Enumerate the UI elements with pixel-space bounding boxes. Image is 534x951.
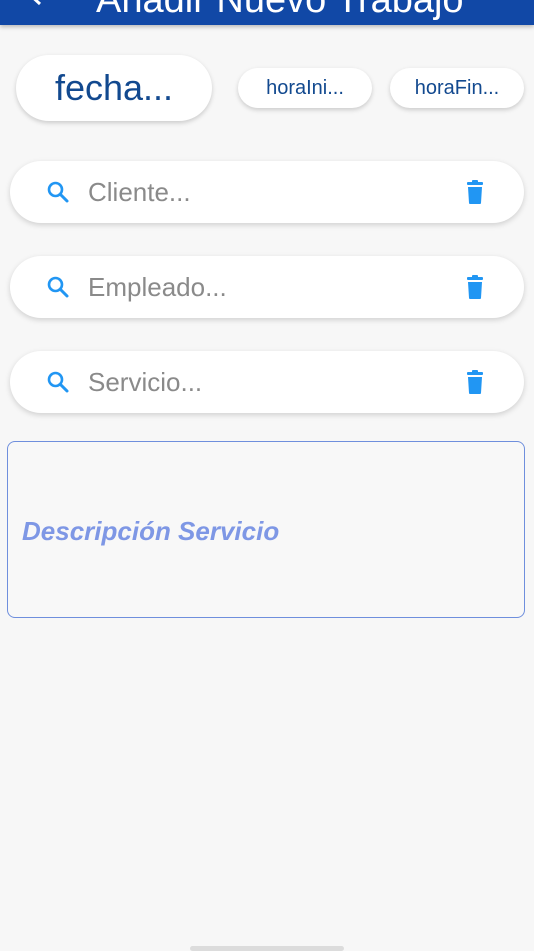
service-description-field[interactable]: Descripción Servicio [7, 441, 525, 618]
back-arrow-icon[interactable] [20, 0, 46, 8]
search-icon [46, 275, 70, 299]
trash-icon[interactable] [462, 369, 488, 395]
client-search-input[interactable] [88, 172, 448, 212]
employee-search-input[interactable] [88, 267, 448, 307]
trash-icon[interactable] [462, 274, 488, 300]
page-title: Añadir Nuevo Trabajo [96, 0, 464, 21]
date-chip[interactable]: fecha... [16, 55, 212, 121]
search-icon [46, 180, 70, 204]
trash-icon[interactable] [462, 179, 488, 205]
search-icon [46, 370, 70, 394]
end-time-chip[interactable]: horaFin... [390, 68, 524, 108]
service-description-label: Descripción Servicio [22, 516, 280, 546]
employee-search-bar [10, 256, 524, 318]
home-indicator [190, 946, 344, 951]
app-bar: Añadir Nuevo Trabajo [0, 0, 534, 25]
start-time-chip[interactable]: horaIni... [238, 68, 372, 108]
service-search-input[interactable] [88, 362, 448, 402]
service-search-bar [10, 351, 524, 413]
client-search-bar [10, 161, 524, 223]
